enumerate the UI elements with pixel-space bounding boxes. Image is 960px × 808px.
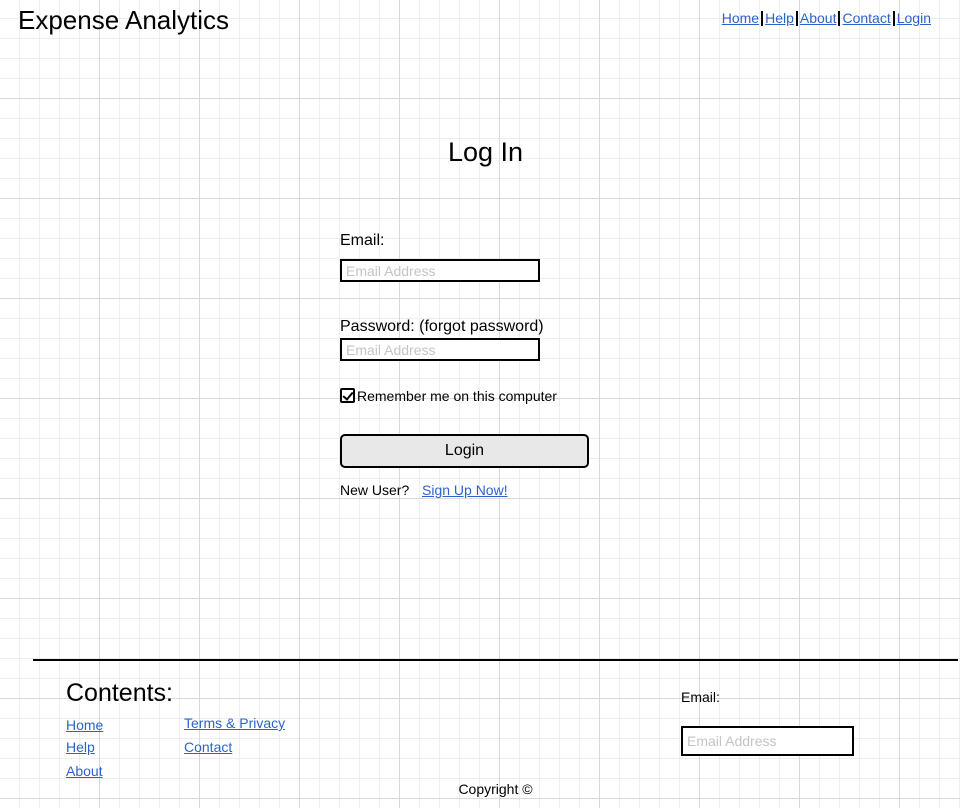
sign-up-link[interactable]: Sign Up Now!: [422, 482, 508, 498]
site-title: Expense Analytics: [18, 5, 230, 35]
login-button[interactable]: Login: [340, 434, 589, 468]
page-title: Log In: [447, 137, 524, 167]
email-input[interactable]: [340, 259, 540, 282]
remember-me-label: Remember me on this computer: [357, 388, 557, 404]
nav-about-link[interactable]: About: [800, 10, 837, 26]
top-nav: Home Help About Contact Login: [722, 10, 931, 26]
footer-link-contact[interactable]: Contact: [184, 739, 232, 755]
nav-separator: [838, 10, 841, 26]
new-user-text: New User?: [340, 482, 410, 498]
remember-me-checkbox[interactable]: [340, 388, 355, 403]
nav-home-link[interactable]: Home: [722, 10, 759, 26]
footer-link-home[interactable]: Home: [66, 717, 103, 733]
footer-link-help[interactable]: Help: [66, 739, 95, 755]
footer-divider: [33, 659, 958, 661]
footer-link-about[interactable]: About: [66, 763, 103, 779]
footer-email-input[interactable]: [681, 726, 854, 756]
copyright-text: Copyright ©: [458, 781, 533, 797]
footer-email-label: Email:: [681, 689, 720, 705]
nav-separator: [761, 10, 764, 26]
nav-help-link[interactable]: Help: [765, 10, 794, 26]
footer-link-terms-privacy[interactable]: Terms & Privacy: [184, 715, 285, 731]
password-input[interactable]: [340, 338, 540, 361]
nav-separator: [795, 10, 798, 26]
email-label: Email:: [340, 232, 385, 249]
nav-contact-link[interactable]: Contact: [842, 10, 890, 26]
nav-separator: [892, 10, 895, 26]
nav-login-link[interactable]: Login: [897, 10, 931, 26]
password-label: Password: (forgot password): [340, 318, 544, 335]
footer-contents-heading: Contents:: [66, 679, 174, 707]
